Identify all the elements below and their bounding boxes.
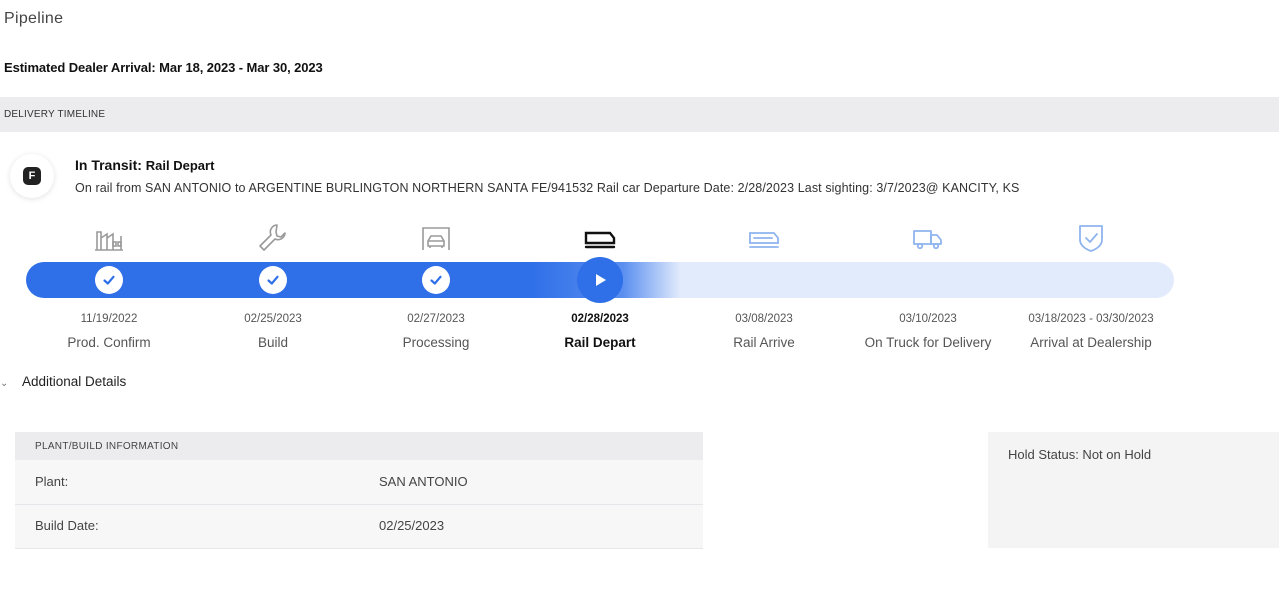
step-label: Processing bbox=[402, 335, 470, 350]
status-main: In Transit: bbox=[75, 157, 142, 173]
step-date: 03/08/2023 bbox=[735, 313, 793, 325]
additional-details-label: Additional Details bbox=[22, 374, 127, 389]
brand-badge: F bbox=[10, 154, 54, 198]
plant-build-card: PLANT/BUILD INFORMATION Plant: SAN ANTON… bbox=[15, 432, 703, 549]
status-title: In Transit: Rail Depart bbox=[75, 157, 214, 173]
step-label: Rail Depart bbox=[564, 335, 636, 350]
step-label: Rail Arrive bbox=[733, 335, 795, 350]
car-wash-icon bbox=[422, 227, 450, 250]
step-date: 03/10/2023 bbox=[899, 313, 957, 325]
step-done-dot bbox=[95, 266, 123, 294]
step-date: 02/27/2023 bbox=[407, 313, 465, 325]
check-icon bbox=[267, 275, 279, 285]
step-label: Prod. Confirm bbox=[67, 335, 151, 350]
estimated-arrival: Estimated Dealer Arrival: Mar 18, 2023 -… bbox=[4, 60, 323, 75]
step-done-dot bbox=[422, 266, 450, 294]
rail-car-icon bbox=[584, 231, 616, 249]
step-label: Build bbox=[257, 335, 289, 350]
info-value: SAN ANTONIO bbox=[379, 474, 468, 489]
info-row: Plant: SAN ANTONIO bbox=[15, 460, 703, 505]
step-date: 02/25/2023 bbox=[244, 313, 302, 325]
hold-status-card: Hold Status: Not on Hold bbox=[988, 432, 1279, 548]
info-row: Build Date: 02/25/2023 bbox=[15, 504, 703, 549]
rail-car-icon bbox=[749, 232, 779, 248]
step-label: Arrival at Dealership bbox=[1030, 335, 1152, 350]
additional-details-toggle[interactable]: ⌄ Additional Details bbox=[0, 374, 126, 389]
brand-logo-icon: F bbox=[23, 167, 41, 185]
current-step-dot bbox=[577, 257, 623, 303]
truck-icon bbox=[913, 230, 942, 250]
step-done-dot bbox=[259, 266, 287, 294]
step-date: 02/28/2023 bbox=[571, 313, 629, 325]
status-sub: Rail Depart bbox=[145, 158, 215, 173]
chevron-down-icon: ⌄ bbox=[0, 378, 9, 389]
hold-status-text: Hold Status: Not on Hold bbox=[1008, 447, 1152, 462]
info-key: Build Date: bbox=[35, 518, 99, 533]
check-icon bbox=[103, 275, 115, 285]
info-key: Plant: bbox=[35, 474, 69, 489]
check-icon bbox=[430, 275, 442, 285]
shield-check-icon bbox=[1079, 225, 1103, 252]
factory-icon bbox=[95, 231, 123, 251]
status-description: On rail from SAN ANTONIO to ARGENTINE BU… bbox=[75, 181, 1020, 195]
wrench-icon bbox=[259, 224, 286, 251]
plant-build-title: PLANT/BUILD INFORMATION bbox=[35, 441, 179, 452]
info-value: 02/25/2023 bbox=[379, 518, 445, 533]
page-title: Pipeline bbox=[4, 10, 64, 27]
step-label: On Truck for Delivery bbox=[864, 335, 992, 350]
plant-build-header: PLANT/BUILD INFORMATION bbox=[15, 432, 703, 460]
step-date: 11/19/2022 bbox=[80, 313, 138, 325]
delivery-timeline-header: DELIVERY TIMELINE bbox=[0, 97, 1279, 132]
step-date: 03/18/2023 - 03/30/2023 bbox=[1028, 313, 1154, 325]
play-icon bbox=[596, 274, 606, 286]
section-label: DELIVERY TIMELINE bbox=[4, 109, 106, 120]
